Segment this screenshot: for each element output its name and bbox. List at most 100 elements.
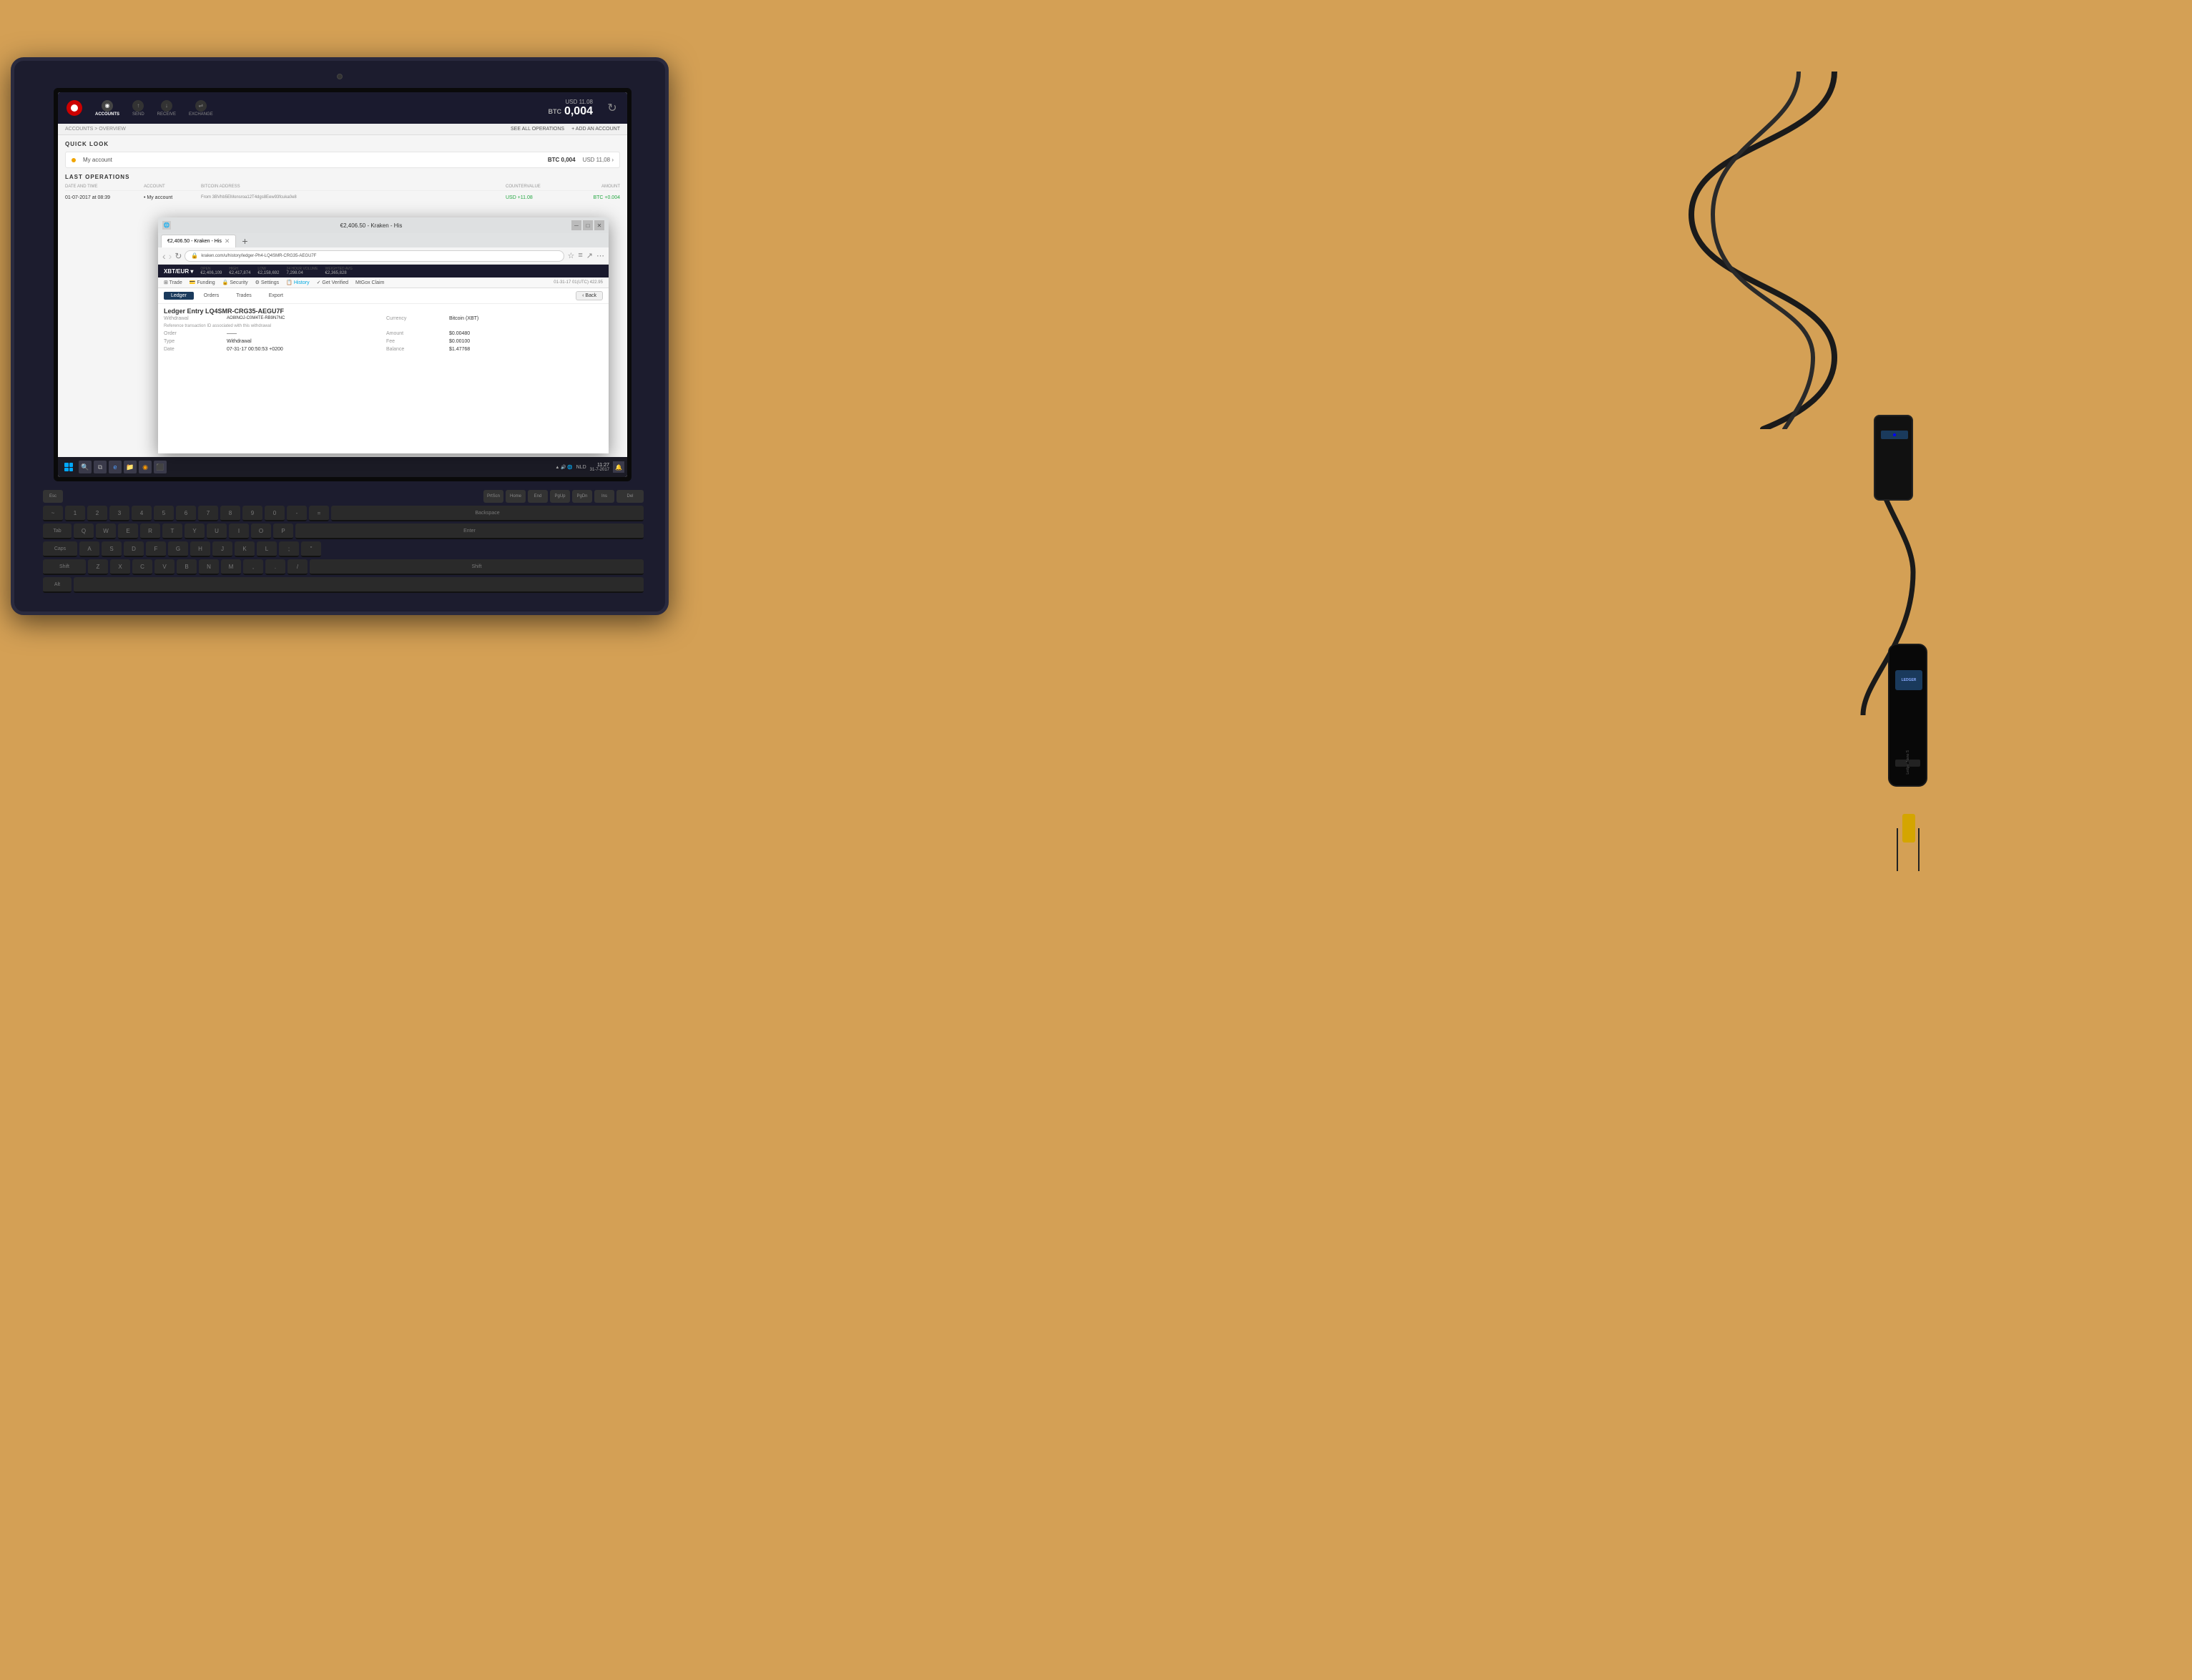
lshift-key[interactable]: Shift (43, 559, 86, 575)
key-2[interactable]: 2 (87, 506, 107, 521)
nav-accounts[interactable]: ◉ ACCOUNTS (95, 100, 119, 117)
new-tab-button[interactable]: + (236, 235, 253, 247)
key-y[interactable]: Y (185, 524, 205, 539)
home-key[interactable]: Home (506, 490, 526, 503)
end-key[interactable]: End (528, 490, 548, 503)
pgup-key[interactable]: PgUp (550, 490, 570, 503)
minimize-button[interactable]: ─ (571, 220, 581, 230)
key-8[interactable]: 8 (220, 506, 240, 521)
close-button[interactable]: ✕ (594, 220, 604, 230)
alt-key[interactable]: Alt (43, 577, 72, 593)
sync-icon[interactable]: ↻ (606, 102, 619, 114)
taskbar-task-view[interactable]: ⧉ (94, 461, 107, 473)
key-z[interactable]: Z (88, 559, 108, 575)
maximize-button[interactable]: □ (583, 220, 593, 230)
esc-key[interactable]: Esc (43, 490, 63, 503)
key-backtick[interactable]: ~ (43, 506, 63, 521)
key-n[interactable]: N (199, 559, 219, 575)
tab-history[interactable]: 📋 History (286, 280, 309, 285)
refresh-icon[interactable]: ↻ (175, 251, 182, 261)
tab-orders[interactable]: Orders (197, 292, 226, 300)
key-f[interactable]: F (146, 541, 166, 557)
del-key[interactable]: Del (616, 490, 644, 503)
key-r[interactable]: R (140, 524, 160, 539)
tab-mtgox[interactable]: MtGox Claim (355, 280, 384, 285)
trading-pair[interactable]: XBT/EUR ▾ (164, 268, 193, 275)
back-button[interactable]: ‹ Back (576, 291, 603, 300)
key-j[interactable]: J (212, 541, 232, 557)
taskbar-app2-icon[interactable]: ⬛ (154, 461, 167, 473)
nav-receive[interactable]: ↓ RECEIVE (157, 100, 176, 117)
key-5[interactable]: 5 (154, 506, 174, 521)
tab-export[interactable]: Export (262, 292, 290, 300)
tab-security[interactable]: 🔒 Security (222, 280, 248, 285)
key-i[interactable]: I (229, 524, 249, 539)
tab-trades[interactable]: Trades (229, 292, 259, 300)
address-bar[interactable]: 🔒 kraken.com/u/history/ledger-Ph4-LQ4SMR… (185, 250, 564, 262)
start-button[interactable] (61, 459, 77, 475)
notification-button[interactable]: 🔔 (613, 461, 624, 473)
add-account-button[interactable]: + ADD AN ACCOUNT (571, 127, 620, 132)
backspace-key[interactable]: Backspace (331, 506, 644, 521)
taskbar-search-icon[interactable]: 🔍 (79, 461, 92, 473)
key-9[interactable]: 9 (242, 506, 262, 521)
key-slash[interactable]: / (287, 559, 308, 575)
key-k[interactable]: K (235, 541, 255, 557)
key-v[interactable]: V (154, 559, 175, 575)
key-3[interactable]: 3 (109, 506, 129, 521)
taskbar-app1-icon[interactable]: ◉ (139, 461, 152, 473)
key-period[interactable]: . (265, 559, 285, 575)
key-m[interactable]: M (221, 559, 241, 575)
pgdn-key[interactable]: PgDn (572, 490, 592, 503)
tab-ledger[interactable]: Ledger (164, 292, 194, 300)
taskbar-edge-icon[interactable]: e (109, 461, 122, 473)
key-b[interactable]: B (177, 559, 197, 575)
ins-key[interactable]: Ins (594, 490, 614, 503)
nav-exchange[interactable]: ⇌ EXCHANGE (189, 100, 213, 117)
tab-key[interactable]: Tab (43, 524, 72, 539)
key-6[interactable]: 6 (176, 506, 196, 521)
key-l[interactable]: L (257, 541, 277, 557)
tab-get-verified[interactable]: ✓ Get Verified (317, 280, 348, 285)
key-x[interactable]: X (110, 559, 130, 575)
key-s[interactable]: S (102, 541, 122, 557)
key-d[interactable]: D (124, 541, 144, 557)
more-icon[interactable]: ⋯ (596, 251, 604, 260)
share-icon[interactable]: ↗ (586, 251, 593, 260)
forward-nav-icon[interactable]: › (169, 250, 172, 262)
prtscn-key[interactable]: PrtScn (483, 490, 503, 503)
key-comma[interactable]: , (243, 559, 263, 575)
enter-key[interactable]: Enter (295, 524, 644, 539)
key-0[interactable]: 0 (265, 506, 285, 521)
key-minus[interactable]: - (287, 506, 307, 521)
key-semicolon[interactable]: ; (279, 541, 299, 557)
rshift-key[interactable]: Shift (310, 559, 644, 575)
key-1[interactable]: 1 (65, 506, 85, 521)
see-all-ops-button[interactable]: SEE ALL OPERATIONS (511, 127, 564, 132)
key-p[interactable]: P (273, 524, 293, 539)
taskbar-explorer-icon[interactable]: 📁 (124, 461, 137, 473)
nav-send[interactable]: ↑ SEND (132, 100, 144, 117)
active-tab[interactable]: €2,406.50 - Kraken - His ✕ (161, 235, 236, 247)
tab-close-icon[interactable]: ✕ (225, 237, 230, 245)
key-w[interactable]: W (96, 524, 116, 539)
key-e[interactable]: E (118, 524, 138, 539)
key-u[interactable]: U (207, 524, 227, 539)
key-t[interactable]: T (162, 524, 182, 539)
space-key[interactable] (74, 577, 644, 593)
menu-icon[interactable]: ≡ (578, 251, 582, 260)
key-4[interactable]: 4 (132, 506, 152, 521)
key-equals[interactable]: = (309, 506, 329, 521)
key-7[interactable]: 7 (198, 506, 218, 521)
back-nav-icon[interactable]: ‹ (162, 250, 166, 262)
tab-settings[interactable]: ⚙ Settings (255, 280, 280, 285)
key-quote[interactable]: " (301, 541, 321, 557)
key-g[interactable]: G (168, 541, 188, 557)
key-o[interactable]: O (251, 524, 271, 539)
key-q[interactable]: Q (74, 524, 94, 539)
tab-funding[interactable]: 💳 Funding (190, 280, 215, 285)
star-icon[interactable]: ☆ (567, 251, 574, 260)
key-c[interactable]: C (132, 559, 152, 575)
tab-trade[interactable]: ⊞ Trade (164, 280, 182, 285)
caps-key[interactable]: Caps (43, 541, 77, 557)
